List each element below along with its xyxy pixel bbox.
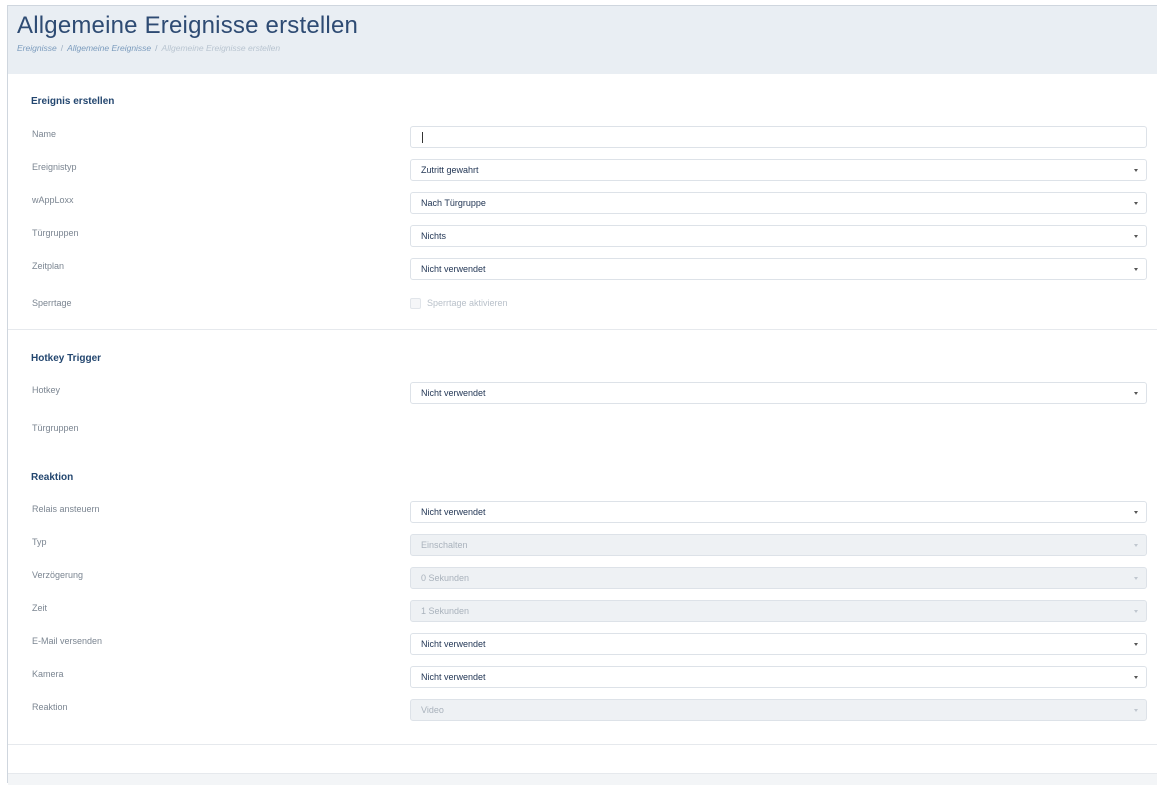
door-groups-label: Türgruppen <box>32 228 79 238</box>
breadcrumb-separator: / <box>60 43 64 53</box>
page-frame: Allgemeine Ereignisse erstellen Ereignis… <box>7 5 1157 785</box>
type-select: Einschalten <box>410 534 1147 556</box>
row-time: Zeit 1 Sekunden <box>8 599 1157 623</box>
reaction-value: Video <box>421 705 444 715</box>
event-type-label: Ereignistyp <box>32 162 77 172</box>
schedule-select[interactable]: Nicht verwendet <box>410 258 1147 280</box>
relay-label: Relais ansteuern <box>32 504 100 514</box>
row-relay: Relais ansteuern Nicht verwendet <box>8 500 1157 524</box>
hotkey-value: Nicht verwendet <box>421 388 486 398</box>
camera-select[interactable]: Nicht verwendet <box>410 666 1147 688</box>
camera-value: Nicht verwendet <box>421 672 486 682</box>
row-hotkey: Hotkey Nicht verwendet <box>8 381 1157 405</box>
section-divider <box>8 329 1157 330</box>
row-delay: Verzögerung 0 Sekunden <box>8 566 1157 590</box>
email-value: Nicht verwendet <box>421 639 486 649</box>
door-groups-value: Nichts <box>421 231 447 241</box>
chevron-down-icon <box>1134 577 1138 580</box>
blocking-days-label: Sperrtage <box>32 298 72 308</box>
section-title-event: Ereignis erstellen <box>31 96 115 107</box>
breadcrumb-current: Allgemeine Ereignisse erstellen <box>161 43 281 53</box>
row-schedule: Zeitplan Nicht verwendet <box>8 257 1157 281</box>
row-hotkey-door-groups: Türgruppen <box>8 419 1157 443</box>
schedule-value: Nicht verwendet <box>421 264 486 274</box>
chevron-down-icon <box>1134 643 1138 646</box>
delay-label: Verzögerung <box>32 570 84 580</box>
chevron-down-icon <box>1134 268 1138 271</box>
row-email: E-Mail versenden Nicht verwendet <box>8 632 1157 656</box>
row-camera: Kamera Nicht verwendet <box>8 665 1157 689</box>
wapploxx-value: Nach Türgruppe <box>421 198 486 208</box>
section-title-hotkey: Hotkey Trigger <box>31 353 102 364</box>
chevron-down-icon <box>1134 709 1138 712</box>
time-select: 1 Sekunden <box>410 600 1147 622</box>
name-label: Name <box>32 129 57 139</box>
name-input[interactable] <box>410 126 1147 148</box>
chevron-down-icon <box>1134 610 1138 613</box>
hotkey-label: Hotkey <box>32 385 61 395</box>
page-title: Allgemeine Ereignisse erstellen <box>17 12 359 39</box>
row-name: Name <box>8 125 1157 149</box>
email-select[interactable]: Nicht verwendet <box>410 633 1147 655</box>
footer-strip <box>8 773 1157 785</box>
type-value: Einschalten <box>421 540 468 550</box>
reaction-select: Video <box>410 699 1147 721</box>
text-cursor <box>422 132 423 143</box>
breadcrumb-separator: / <box>155 43 158 53</box>
wapploxx-select[interactable]: Nach Türgruppe <box>410 192 1147 214</box>
section-title-reaction: Reaktion <box>31 472 74 483</box>
schedule-label: Zeitplan <box>32 261 65 271</box>
chevron-down-icon <box>1134 202 1138 205</box>
door-groups-select[interactable]: Nichts <box>410 225 1147 247</box>
delay-value: 0 Sekunden <box>421 573 470 583</box>
time-label: Zeit <box>32 603 48 613</box>
email-label: E-Mail versenden <box>32 636 103 646</box>
type-label: Typ <box>32 537 47 547</box>
relay-value: Nicht verwendet <box>421 507 486 517</box>
time-value: 1 Sekunden <box>421 606 470 616</box>
event-type-select[interactable]: Zutritt gewahrt <box>410 159 1147 181</box>
breadcrumb: Ereignisse / Allgemeine Ereignisse / Allgeme… <box>17 43 1157 53</box>
row-door-groups: Türgruppen Nichts <box>8 224 1157 248</box>
hotkey-select[interactable]: Nicht verwendet <box>410 382 1147 404</box>
relay-select[interactable]: Nicht verwendet <box>410 501 1147 523</box>
chevron-down-icon <box>1134 544 1138 547</box>
chevron-down-icon <box>1134 511 1138 514</box>
chevron-down-icon <box>1134 235 1138 238</box>
row-blocking-days: Sperrtage Sperrtage aktivieren <box>8 294 1157 318</box>
reaction-label: Reaktion <box>32 702 68 712</box>
row-wapploxx: wAppLoxx Nach Türgruppe <box>8 191 1157 215</box>
chevron-down-icon <box>1134 392 1138 395</box>
delay-select: 0 Sekunden <box>410 567 1147 589</box>
page-header: Allgemeine Ereignisse erstellen Ereignis… <box>8 6 1157 74</box>
hotkey-door-groups-label: Türgruppen <box>32 423 79 433</box>
wapploxx-label: wAppLoxx <box>32 195 74 205</box>
event-type-value: Zutritt gewahrt <box>421 165 479 175</box>
breadcrumb-allgemeine-ereignisse[interactable]: Allgemeine Ereignisse <box>67 43 151 53</box>
row-reaction: Reaktion Video <box>8 698 1157 722</box>
breadcrumb-ereignisse[interactable]: Ereignisse <box>17 43 57 53</box>
chevron-down-icon <box>1134 169 1138 172</box>
blocking-days-checkbox[interactable] <box>410 298 421 309</box>
row-event-type: Ereignistyp Zutritt gewahrt <box>8 158 1157 182</box>
chevron-down-icon <box>1134 676 1138 679</box>
blocking-days-checkbox-label: Sperrtage aktivieren <box>427 298 508 308</box>
camera-label: Kamera <box>32 669 64 679</box>
section-divider <box>8 744 1157 745</box>
row-type: Typ Einschalten <box>8 533 1157 557</box>
